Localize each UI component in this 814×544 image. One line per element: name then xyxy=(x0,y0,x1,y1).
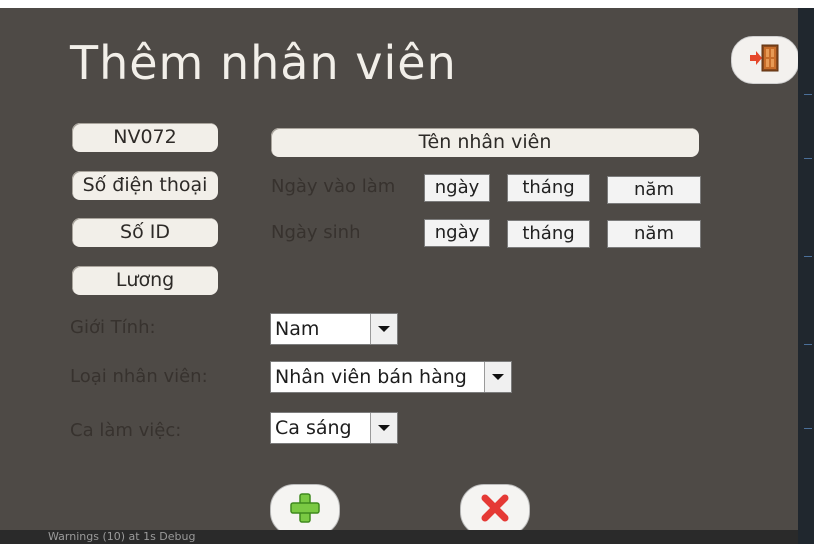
chevron-down-icon[interactable] xyxy=(370,413,397,443)
right-panel-strip xyxy=(798,8,814,544)
chevron-down-icon[interactable] xyxy=(370,314,397,344)
add-button[interactable] xyxy=(270,484,340,536)
join-date-label: Ngày vào làm xyxy=(271,176,396,197)
shift-label: Ca làm việc: xyxy=(70,420,182,441)
page-title: Thêm nhân viên xyxy=(70,36,457,90)
phone-field[interactable]: Số điện thoại xyxy=(72,171,218,200)
employee-type-value: Nhân viên bán hàng xyxy=(275,366,467,388)
gender-select[interactable]: Nam xyxy=(270,313,398,345)
join-day-field[interactable]: ngày xyxy=(424,174,490,202)
gender-value: Nam xyxy=(275,318,320,340)
divider xyxy=(804,344,812,345)
salary-field[interactable]: Lương xyxy=(72,266,218,295)
birth-date-label: Ngày sinh xyxy=(271,222,361,243)
status-bar: Warnings (10) at 1s Debug xyxy=(0,530,798,544)
close-icon xyxy=(478,491,512,529)
join-month-field[interactable]: tháng xyxy=(507,174,590,202)
exit-button[interactable] xyxy=(731,36,799,84)
divider xyxy=(804,256,812,257)
join-year-field[interactable]: năm xyxy=(607,176,701,204)
employee-type-label: Loại nhân viên: xyxy=(70,366,208,387)
plus-icon xyxy=(288,491,322,529)
divider xyxy=(804,428,812,429)
shift-select[interactable]: Ca sáng xyxy=(270,412,398,444)
birth-day-field[interactable]: ngày xyxy=(424,219,490,247)
employee-name-field[interactable]: Tên nhân viên xyxy=(271,128,699,157)
add-employee-form: Thêm nhân viên NV072 Tên nhân viên Số đi… xyxy=(0,8,799,530)
chevron-down-icon[interactable] xyxy=(484,362,511,392)
exit-door-icon xyxy=(748,43,782,77)
divider xyxy=(804,94,812,95)
employee-type-select[interactable]: Nhân viên bán hàng xyxy=(270,361,512,393)
divider xyxy=(804,158,812,159)
gender-label: Giới Tính: xyxy=(70,317,156,338)
cancel-button[interactable] xyxy=(460,484,530,536)
top-bar xyxy=(0,0,814,8)
birth-month-field[interactable]: tháng xyxy=(507,220,590,248)
id-number-field[interactable]: Số ID xyxy=(72,218,218,247)
birth-year-field[interactable]: năm xyxy=(607,220,701,248)
employee-id-field[interactable]: NV072 xyxy=(72,123,218,152)
shift-value: Ca sáng xyxy=(275,417,352,439)
